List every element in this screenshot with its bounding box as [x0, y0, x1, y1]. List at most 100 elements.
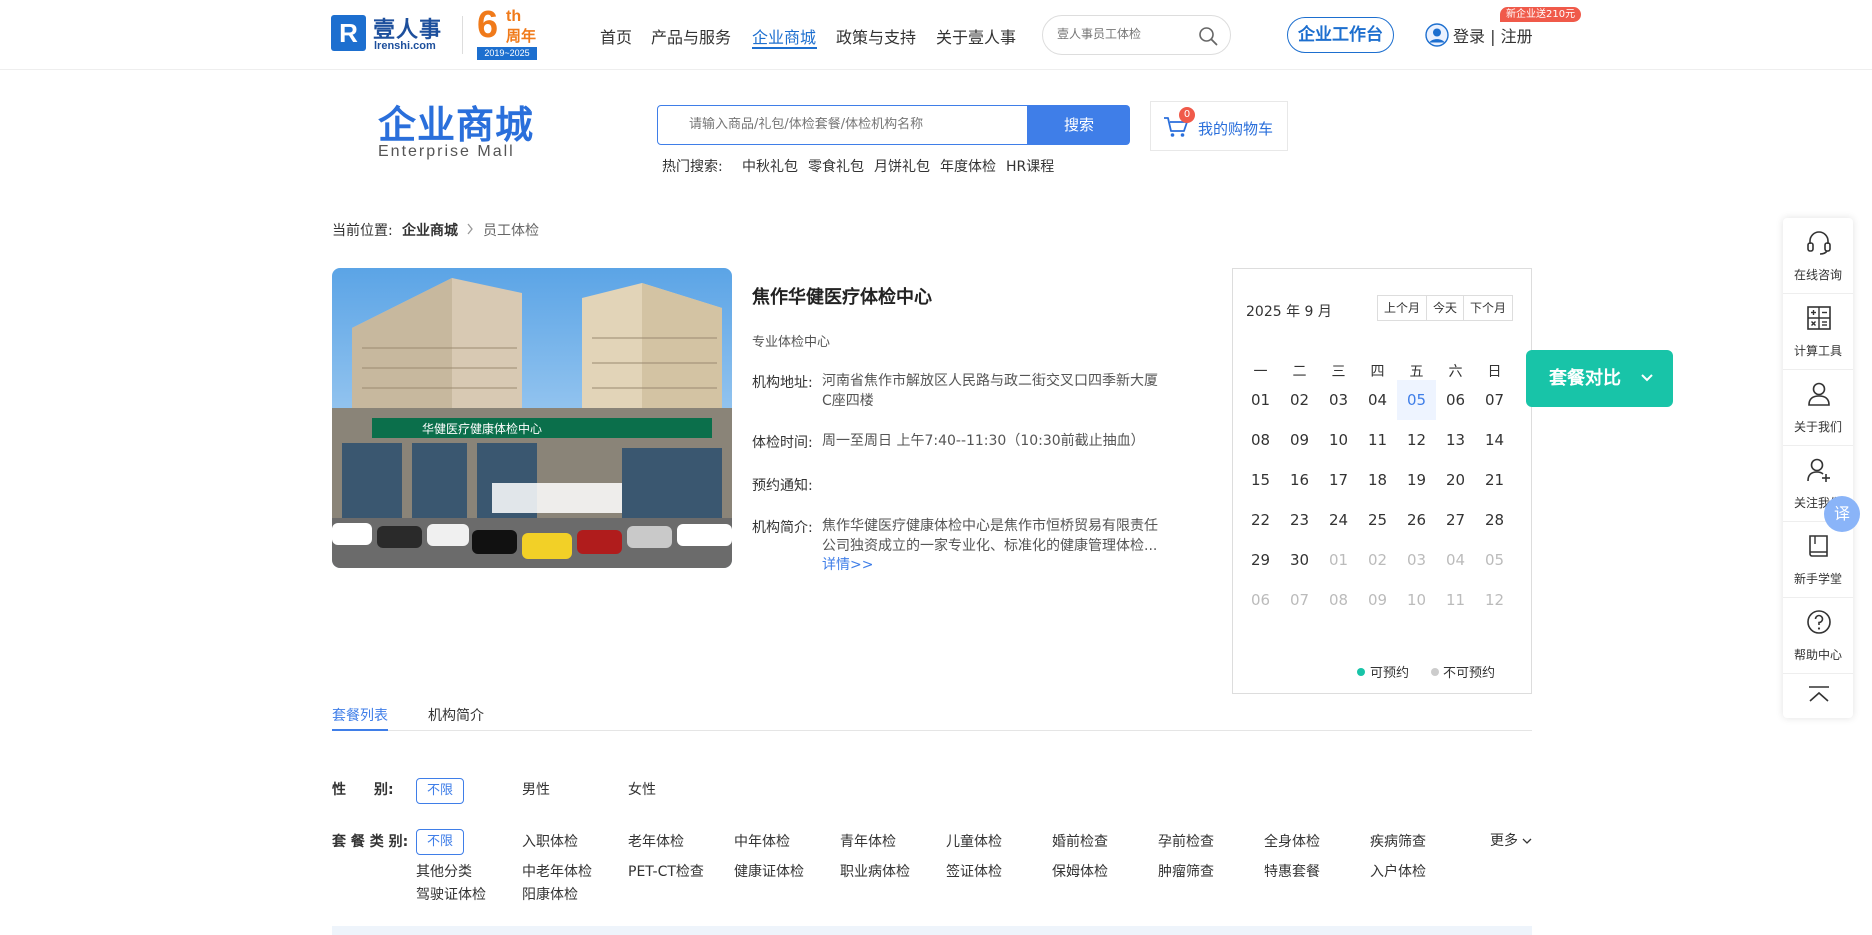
calendar-day[interactable]: 08 — [1241, 420, 1280, 460]
calendar-day[interactable]: 16 — [1280, 460, 1319, 500]
nav-policy[interactable]: 政策与支持 — [836, 24, 916, 48]
tab-package-list[interactable]: 套餐列表 — [332, 705, 388, 725]
calendar-day[interactable]: 26 — [1397, 500, 1436, 540]
calendar-day[interactable]: 09 — [1280, 420, 1319, 460]
calendar-day-other-month: 12 — [1484, 591, 1505, 609]
calendar-day[interactable]: 28 — [1475, 500, 1514, 540]
mall-search-button[interactable]: 搜索 — [1028, 105, 1130, 145]
category-option-any[interactable]: 不限 — [416, 829, 464, 855]
unavailable-legend-dot — [1431, 668, 1439, 676]
category-option[interactable]: 入户体检 — [1370, 861, 1426, 881]
category-option[interactable]: 青年体检 — [840, 831, 896, 851]
translate-button[interactable]: 译 — [1824, 496, 1860, 532]
category-option[interactable]: 婚前检查 — [1052, 831, 1108, 851]
online-consult-label: 在线咨询 — [1793, 268, 1842, 282]
workbench-button[interactable]: 企业工作台 — [1287, 17, 1394, 53]
more-categories-button[interactable]: 更多 — [1490, 830, 1532, 850]
about-us-button[interactable]: 关于我们 — [1783, 370, 1853, 446]
calendar-day[interactable]: 14 — [1475, 420, 1514, 460]
category-option[interactable]: 健康证体检 — [734, 861, 804, 881]
nav-home[interactable]: 首页 — [600, 24, 632, 48]
prev-month-button[interactable]: 上个月 — [1378, 296, 1428, 320]
calendar-day-other-month: 01 — [1328, 551, 1349, 569]
calendar-day[interactable]: 03 — [1319, 380, 1358, 420]
gender-option-any[interactable]: 不限 — [416, 778, 464, 804]
nav-about[interactable]: 关于壹人事 — [936, 24, 1016, 48]
calendar-day[interactable]: 13 — [1436, 420, 1475, 460]
calendar-day[interactable]: 15 — [1241, 460, 1280, 500]
category-option[interactable]: 中老年体检 — [522, 861, 592, 881]
gender-option[interactable]: 男性 — [522, 779, 550, 799]
category-option[interactable]: 阳康体检 — [522, 884, 578, 904]
hot-search-item[interactable]: 年度体检 — [940, 156, 996, 176]
logo-icon[interactable]: R — [331, 15, 366, 51]
hot-search-item[interactable]: HR课程 — [1006, 156, 1054, 176]
calendar-day[interactable]: 07 — [1475, 380, 1514, 420]
nav-products[interactable]: 产品与服务 — [651, 24, 731, 48]
search-icon[interactable] — [1198, 26, 1218, 46]
category-option[interactable]: 特惠套餐 — [1264, 861, 1320, 881]
today-button[interactable]: 今天 — [1427, 296, 1465, 320]
category-option[interactable]: 中年体检 — [734, 831, 790, 851]
calendar-day[interactable]: 01 — [1241, 380, 1280, 420]
gender-option[interactable]: 女性 — [628, 779, 656, 799]
top-search-input[interactable] — [1057, 27, 1197, 41]
calendar-day-other-month: 05 — [1484, 551, 1505, 569]
calendar-day[interactable]: 12 — [1397, 420, 1436, 460]
mall-search-box — [657, 105, 1028, 145]
calendar-day[interactable]: 23 — [1280, 500, 1319, 540]
user-avatar-icon[interactable] — [1425, 23, 1449, 47]
calendar-day[interactable]: 21 — [1475, 460, 1514, 500]
shopping-cart-button[interactable]: 0 我的购物车 — [1150, 101, 1288, 151]
calendar-day[interactable]: 06 — [1436, 380, 1475, 420]
login-register-link[interactable]: 登录 | 注册 — [1453, 23, 1533, 47]
category-option[interactable]: 驾驶证体检 — [416, 884, 486, 904]
help-center-button[interactable]: 帮助中心 — [1783, 598, 1853, 674]
category-option[interactable]: 儿童体检 — [946, 831, 1002, 851]
calendar-day[interactable]: 05 — [1397, 380, 1436, 420]
category-option[interactable]: 全身体检 — [1264, 831, 1320, 851]
nav-mall[interactable]: 企业商城 — [752, 24, 816, 48]
newbie-school-button[interactable]: 新手学堂 — [1783, 522, 1853, 598]
hot-search-item[interactable]: 月饼礼包 — [874, 156, 930, 176]
tab-institution-intro[interactable]: 机构简介 — [428, 705, 484, 725]
category-option[interactable]: 职业病体检 — [840, 861, 910, 881]
calendar-day[interactable]: 22 — [1241, 500, 1280, 540]
category-option[interactable]: PET-CT检查 — [628, 861, 704, 881]
calendar-day[interactable]: 19 — [1397, 460, 1436, 500]
package-compare-button[interactable]: 套餐对比 — [1526, 350, 1673, 407]
category-option[interactable]: 老年体检 — [628, 831, 684, 851]
calendar-day[interactable]: 10 — [1319, 420, 1358, 460]
breadcrumb-item-mall[interactable]: 企业商城 — [402, 220, 458, 240]
next-month-button[interactable]: 下个月 — [1464, 296, 1512, 320]
intro-detail-link[interactable]: 详情>> — [822, 554, 873, 574]
calendar-day[interactable]: 24 — [1319, 500, 1358, 540]
calendar-day-other-month: 03 — [1406, 551, 1427, 569]
building-illustration: 华健医疗健康体检中心 — [332, 268, 732, 568]
category-option[interactable]: 保姆体检 — [1052, 861, 1108, 881]
calendar-day[interactable]: 20 — [1436, 460, 1475, 500]
calendar-day[interactable]: 29 — [1241, 540, 1280, 580]
anniversary-number: 6 — [477, 4, 499, 46]
hot-search-item[interactable]: 中秋礼包 — [742, 156, 798, 176]
back-to-top-button[interactable] — [1783, 674, 1853, 718]
calc-tools-button[interactable]: 计算工具 — [1783, 294, 1853, 370]
category-option[interactable]: 入职体检 — [522, 831, 578, 851]
category-option[interactable]: 孕前检查 — [1158, 831, 1214, 851]
calendar-day[interactable]: 02 — [1280, 380, 1319, 420]
mall-search-input[interactable] — [689, 117, 1009, 132]
available-legend-dot — [1357, 668, 1365, 676]
calendar-day[interactable]: 18 — [1358, 460, 1397, 500]
category-option[interactable]: 疾病筛查 — [1370, 831, 1426, 851]
online-consult-button[interactable]: 在线咨询 — [1783, 218, 1853, 294]
calendar-day[interactable]: 17 — [1319, 460, 1358, 500]
category-option[interactable]: 签证体检 — [946, 861, 1002, 881]
calendar-day[interactable]: 11 — [1358, 420, 1397, 460]
category-option[interactable]: 其他分类 — [416, 861, 472, 881]
category-option[interactable]: 肿瘤筛查 — [1158, 861, 1214, 881]
calendar-day[interactable]: 04 — [1358, 380, 1397, 420]
calendar-day[interactable]: 30 — [1280, 540, 1319, 580]
calendar-day[interactable]: 25 — [1358, 500, 1397, 540]
hot-search-item[interactable]: 零食礼包 — [808, 156, 864, 176]
calendar-day[interactable]: 27 — [1436, 500, 1475, 540]
